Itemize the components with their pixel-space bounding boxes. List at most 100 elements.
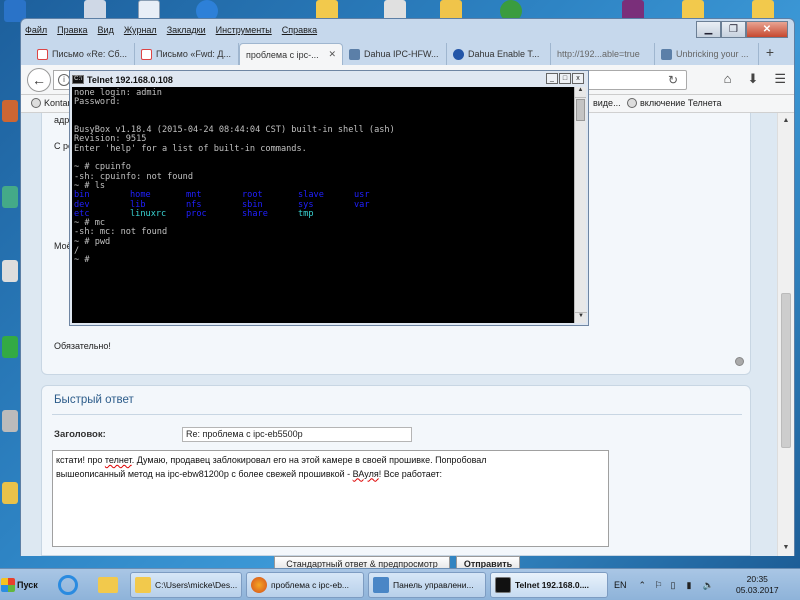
reply-line: кстати! про телнет. Думаю, продавец забл… bbox=[56, 454, 605, 468]
start-label: Пуск bbox=[17, 580, 38, 590]
gear-icon[interactable] bbox=[735, 357, 744, 366]
desktop-icon[interactable] bbox=[2, 100, 18, 122]
menu-history[interactable]: Журнал bbox=[124, 25, 157, 35]
tab-gmail-1[interactable]: Письмо «Re: Сб... bbox=[31, 43, 135, 65]
start-button[interactable]: Пуск bbox=[1, 572, 45, 598]
maximize-button[interactable]: ❐ bbox=[721, 21, 746, 38]
tab-http-192[interactable]: http://192...able=true bbox=[551, 43, 655, 65]
bookmark-icon bbox=[31, 98, 41, 108]
telnet-scrollbar[interactable]: ▲ ▼ bbox=[574, 87, 587, 323]
menu-help[interactable]: Справка bbox=[282, 25, 317, 35]
flag-icon[interactable]: ⚐ bbox=[655, 580, 665, 591]
close-tab-icon[interactable]: ✕ bbox=[328, 49, 336, 60]
tab-forum-active[interactable]: проблема с ipc-... ✕ bbox=[239, 43, 343, 65]
console-icon bbox=[495, 577, 511, 593]
quick-reply-title: Быстрый ответ bbox=[54, 394, 134, 406]
reload-icon[interactable]: ↻ bbox=[668, 73, 678, 87]
menu-tools[interactable]: Инструменты bbox=[216, 25, 272, 35]
page-icon bbox=[661, 48, 672, 60]
tab-label: проблема с ipc-... bbox=[246, 49, 319, 60]
bookmark-label: включение Телнета bbox=[640, 98, 722, 108]
misspelled-word: телнет bbox=[104, 455, 132, 465]
desktop-icon[interactable] bbox=[2, 336, 18, 358]
taskbar-item-telnet[interactable]: Telnet 192.168.0.... bbox=[490, 572, 608, 598]
console-line: / bbox=[74, 246, 80, 257]
folder-icon bbox=[98, 577, 118, 593]
tab-label: Dahua IPC-HFW... bbox=[364, 49, 439, 59]
tab-dahua-hfw[interactable]: Dahua IPC-HFW... bbox=[343, 43, 447, 65]
home-icon[interactable]: ⌂ bbox=[724, 71, 732, 87]
scroll-up-icon[interactable]: ▲ bbox=[575, 87, 586, 98]
telnet-window[interactable]: C:\ Telnet 192.168.0.108 _ □ x none logi… bbox=[69, 70, 589, 326]
scroll-down-icon[interactable]: ▼ bbox=[575, 312, 587, 323]
page-scrollbar[interactable]: ▲ ▼ bbox=[777, 113, 794, 556]
minimize-button[interactable]: ▁ bbox=[696, 21, 721, 38]
download-icon[interactable]: ⬇ bbox=[747, 71, 758, 87]
pinned-ie-icon[interactable] bbox=[50, 572, 86, 598]
volume-icon[interactable]: 🔈 bbox=[703, 580, 714, 591]
console-line: BusyBox v1.18.4 (2015-04-24 08:44:04 CST… bbox=[74, 125, 395, 136]
bookmark-icon bbox=[627, 98, 637, 108]
tab-dahua-enable[interactable]: Dahua Enable T... bbox=[447, 43, 551, 65]
taskbar-item-explorer[interactable]: C:\Users\micke\Des... bbox=[130, 572, 242, 598]
battery-icon[interactable]: ▯ bbox=[671, 580, 681, 591]
bookmark-video[interactable]: виде... bbox=[593, 98, 621, 108]
minimize-button[interactable]: _ bbox=[546, 73, 558, 84]
console-line: -sh: mc: not found bbox=[74, 227, 168, 238]
scroll-thumb[interactable] bbox=[781, 293, 791, 448]
menu-edit[interactable]: Правка bbox=[57, 25, 87, 35]
taskbar: Пуск C:\Users\micke\Des... проблема с ip… bbox=[0, 568, 800, 600]
language-indicator[interactable]: EN bbox=[614, 580, 627, 590]
clock[interactable]: 20:35 05.03.2017 bbox=[736, 574, 779, 596]
desktop-icon[interactable] bbox=[2, 260, 18, 282]
system-tray: EN ⌃ ⚐ ▯ ▮ 🔈 bbox=[614, 572, 714, 598]
ls-row: etc linuxrc proc share tmp bbox=[74, 208, 572, 219]
telnet-title-bar: C:\ Telnet 192.168.0.108 bbox=[72, 72, 173, 87]
bookmark-telnet[interactable]: включение Телнета bbox=[627, 98, 721, 108]
bookmark-label: виде... bbox=[593, 98, 621, 108]
desktop-icon[interactable] bbox=[2, 410, 18, 432]
pinned-explorer-icon[interactable] bbox=[90, 572, 126, 598]
menu-bookmarks[interactable]: Закладки bbox=[167, 25, 206, 35]
post-required-text: Обязательно! bbox=[54, 341, 111, 351]
console-icon: C:\ bbox=[72, 75, 84, 84]
new-tab-button[interactable]: + bbox=[759, 41, 781, 63]
bookmark-kontar[interactable]: Kontar bbox=[31, 98, 71, 108]
console-line: ~ # bbox=[74, 255, 90, 266]
post-text-fragment: адр bbox=[54, 115, 70, 125]
reply-text: ! Все работает: bbox=[378, 468, 443, 479]
title-bar: Файл Правка Вид Журнал Закладки Инструме… bbox=[21, 19, 794, 41]
scroll-up-icon[interactable]: ▲ bbox=[778, 113, 794, 129]
ls-entry: tmp bbox=[298, 208, 314, 219]
scroll-down-icon[interactable]: ▼ bbox=[778, 540, 794, 556]
desktop-icon[interactable] bbox=[2, 482, 18, 504]
tab-unbricking[interactable]: Unbricking your ... bbox=[655, 43, 759, 65]
menu-file[interactable]: Файл bbox=[25, 25, 47, 35]
menu-view[interactable]: Вид bbox=[98, 25, 114, 35]
maximize-button[interactable]: □ bbox=[559, 73, 571, 84]
telnet-console[interactable]: none login: admin Password: BusyBox v1.1… bbox=[72, 87, 574, 323]
tray-arrow-icon[interactable]: ⌃ bbox=[639, 580, 649, 591]
taskbar-item-label: Telnet 192.168.0.... bbox=[515, 580, 590, 590]
close-button[interactable]: ✕ bbox=[746, 21, 788, 38]
scroll-thumb[interactable] bbox=[576, 99, 585, 121]
back-button[interactable]: ← bbox=[27, 68, 51, 92]
console-line: Enter 'help' for a list of built-in comm… bbox=[74, 143, 307, 154]
tab-label: Письмо «Re: Сб... bbox=[52, 49, 128, 59]
subject-input[interactable]: Re: проблема с ipc-eb5500p bbox=[182, 427, 412, 442]
telnet-title: Telnet 192.168.0.108 bbox=[87, 74, 173, 85]
taskbar-item-control-panel[interactable]: Панель управлени... bbox=[368, 572, 486, 598]
menu-icon[interactable]: ☰ bbox=[774, 71, 786, 87]
clock-time: 20:35 bbox=[746, 574, 768, 584]
reply-textarea[interactable]: кстати! про телнет. Думаю, продавец забл… bbox=[52, 450, 609, 547]
tab-gmail-2[interactable]: Письмо «Fwd: Д... bbox=[135, 43, 239, 65]
close-button[interactable]: x bbox=[572, 73, 584, 84]
taskbar-item-firefox[interactable]: проблема с ipc-eb... bbox=[246, 572, 364, 598]
bookmark-label: Kontar bbox=[44, 98, 71, 108]
desktop-icon[interactable] bbox=[2, 186, 18, 208]
network-icon[interactable]: ▮ bbox=[687, 580, 697, 591]
windows-logo-icon bbox=[1, 578, 15, 592]
window-controls: ▁ ❐ ✕ bbox=[696, 21, 788, 38]
tab-label: Письмо «Fwd: Д... bbox=[156, 49, 231, 59]
